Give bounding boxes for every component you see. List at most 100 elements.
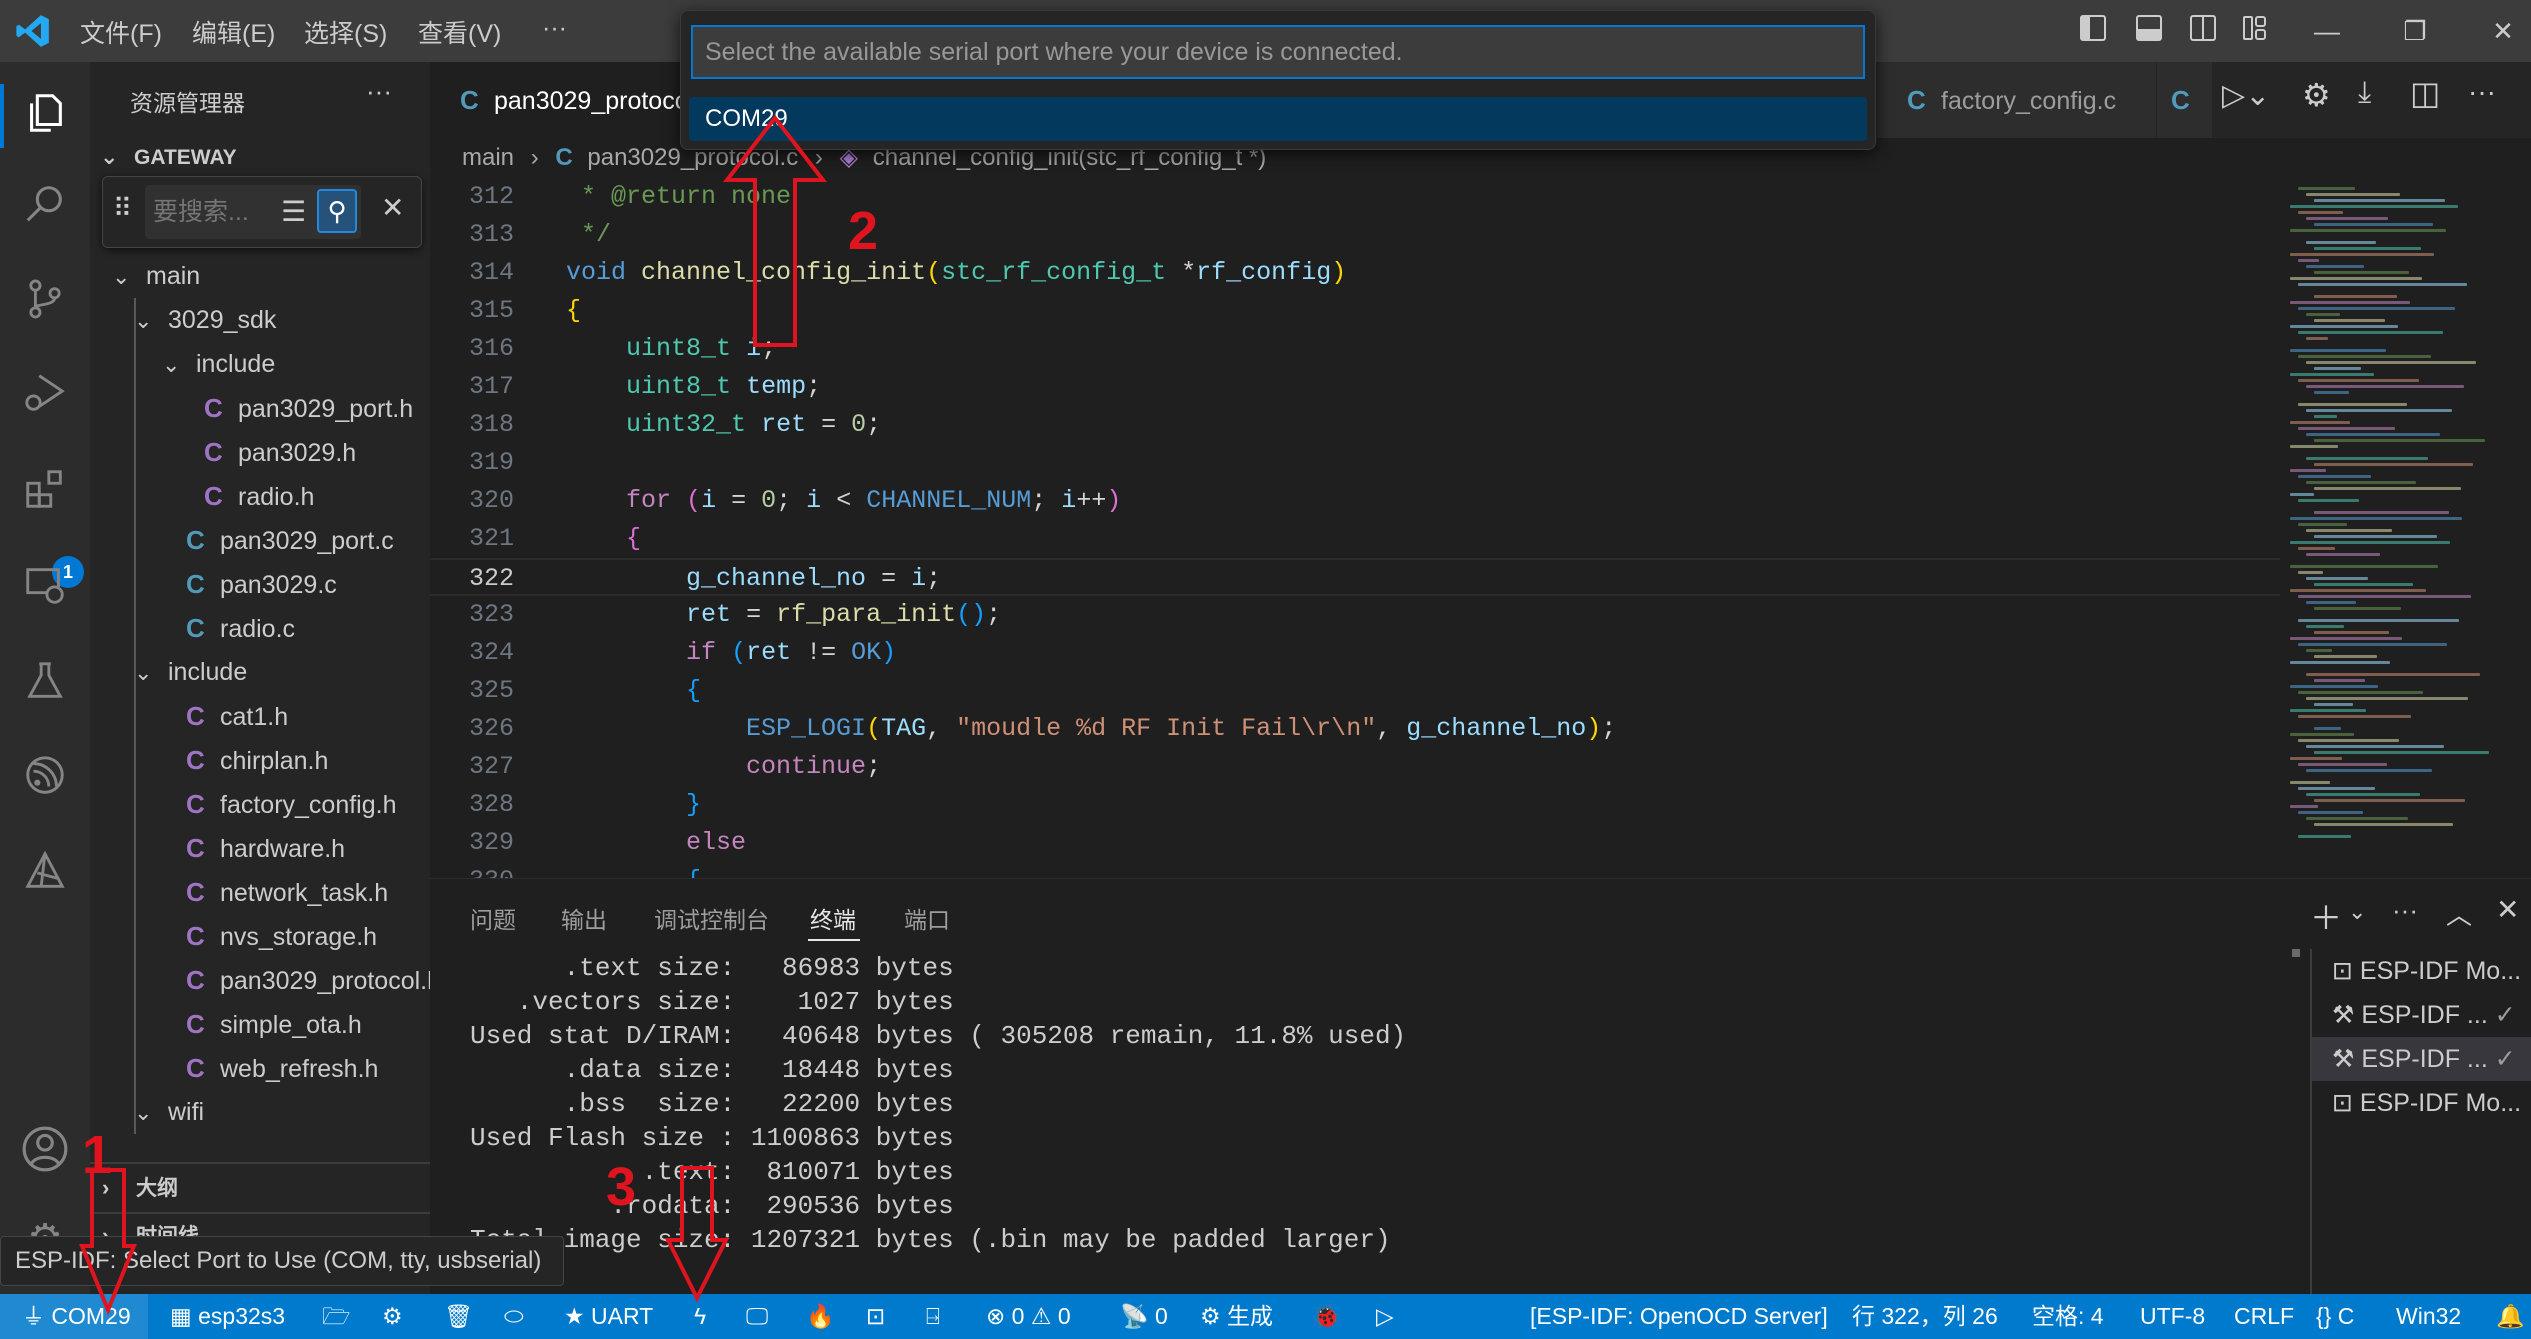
code-line[interactable]: 327 continue; [430,748,2280,786]
tree-file[interactable]: Cradio.h [90,474,430,518]
espressif-icon[interactable] [18,752,72,806]
open-terminal-icon[interactable]: ⍈ [926,1294,940,1339]
build-button[interactable]: ⚙ 生成 [1200,1294,1273,1339]
scrollbar-thumb[interactable] [2292,949,2300,957]
esp-idf-explorer-icon[interactable] [18,848,72,902]
port-select-input[interactable] [691,25,1865,79]
code-line[interactable]: 326 ESP_LOGI(TAG, "moudle %d RF Init Fai… [430,710,2280,748]
code-line[interactable]: 316 uint8_t i; [430,330,2280,368]
settings-gear-icon[interactable]: ⚙ [2302,76,2331,114]
filter-icon[interactable]: ☰ [281,195,306,228]
code-line[interactable]: 329 else [430,824,2280,862]
toggle-primary-sidebar-icon[interactable] [2076,14,2110,48]
full-clean-trash-icon[interactable]: 🗑 [444,1294,473,1339]
remote-explorer-icon[interactable] [18,562,72,616]
platform[interactable]: Win32 [2396,1294,2461,1339]
panel-tab-terminal[interactable]: 终端 [810,901,856,935]
menu-view[interactable]: 查看(V) [418,14,501,50]
panel-more-icon[interactable]: ··· [2392,895,2418,926]
explorer-icon[interactable] [18,90,72,144]
code-line[interactable]: 319 [430,444,2280,482]
code-line[interactable]: 312 * @return none [430,178,2280,216]
fuzzy-match-toggle-icon[interactable]: ⚲ [317,189,357,233]
run-debug-icon[interactable] [18,370,72,424]
toggle-secondary-sidebar-icon[interactable] [2186,14,2220,48]
port-select-button[interactable]: ⏚ COM29 [0,1294,148,1339]
language-mode[interactable]: {} C [2316,1294,2354,1339]
terminal-list-item[interactable]: ⊡ ESP-IDF Mo... [2312,1081,2531,1125]
minimize-icon[interactable]: — [2310,14,2344,48]
debug-bug-icon[interactable]: 🐞 [1312,1294,1341,1339]
tree-file[interactable]: Ccat1.h [90,694,430,738]
workspace-root[interactable]: ⌄ GATEWAY [100,144,237,170]
more-actions-icon[interactable]: ··· [2468,76,2496,108]
partition-table-icon[interactable]: ⬭ [504,1294,524,1339]
panel-tab-ports[interactable]: 端口 [904,901,950,935]
cursor-position[interactable]: 行 322，列 26 [1852,1294,1998,1339]
tree-folder[interactable]: ⌄ include [90,650,430,694]
source-control-icon[interactable] [18,276,72,330]
code-line[interactable]: 320 for (i = 0; i < CHANNEL_NUM; i++) [430,482,2280,520]
panel-tab-problems[interactable]: 问题 [470,901,516,935]
code-line[interactable]: 321 { [430,520,2280,558]
esp-idf-terminal-icon[interactable]: ⊡ [866,1294,885,1339]
tree-file[interactable]: Cweb_refresh.h [90,1046,430,1090]
maximize-panel-icon[interactable]: ︿ [2446,895,2472,932]
code-line[interactable]: 315 { [430,292,2280,330]
code-line[interactable]: 318 uint32_t ret = 0; [430,406,2280,444]
close-find-icon[interactable]: ✕ [381,191,404,224]
notifications-bell-icon[interactable]: 🔔 [2496,1294,2525,1339]
problems-button[interactable]: ⊗ 0 ⚠ 0 [986,1294,1071,1339]
testing-icon[interactable] [18,658,72,712]
menu-selection[interactable]: 选择(S) [304,14,387,50]
flash-lightning-icon[interactable]: ϟ [694,1294,706,1339]
terminal-dropdown-icon[interactable]: ⌄ [2348,899,2366,925]
drag-handle-icon[interactable]: ⠿ [113,193,132,224]
terminal-list-item[interactable]: ⚒ ESP-IDF ... ✓ [2312,993,2531,1037]
code-line[interactable]: 314 void channel_config_init(stc_rf_confi… [430,254,2280,292]
tree-file[interactable]: Cnvs_storage.h [90,914,430,958]
code-line[interactable]: 330 { [430,862,2280,878]
target-button[interactable]: ▦ esp32s3 [170,1294,285,1339]
indentation[interactable]: 空格: 4 [2032,1294,2104,1339]
tree-folder[interactable]: ⌄ include [90,342,430,386]
code-line[interactable]: 313 */ [430,216,2280,254]
code-line[interactable]: 328 } [430,786,2280,824]
tree-file[interactable]: Cpan3029_protocol.h [90,958,430,1002]
tree-file[interactable]: Cchirplan.h [90,738,430,782]
tree-find-input[interactable] [153,193,273,231]
tree-file[interactable]: Cfactory_config.h [90,782,430,826]
encoding[interactable]: UTF-8 [2140,1294,2205,1339]
run-play-icon[interactable]: ▷ [1376,1294,1394,1339]
tree-file[interactable]: Cradio.c [90,606,430,650]
code-line[interactable]: 317 uint8_t temp; [430,368,2280,406]
sdk-config-gear-icon[interactable]: ⚙ [382,1294,403,1339]
restore-icon[interactable]: ❐ [2398,14,2432,48]
close-window-icon[interactable]: ✕ [2486,14,2520,48]
tree-file[interactable]: Csimple_ota.h [90,1002,430,1046]
code-line[interactable]: 322 g_channel_no = i; [430,558,2280,596]
sdk-config-folder-icon[interactable]: 🗁 [322,1294,351,1339]
tree-folder[interactable]: ⌄ wifi [90,1090,430,1134]
menu-edit[interactable]: 编辑(E) [192,14,275,50]
code-line[interactable]: 323 ret = rf_para_init(); [430,596,2280,634]
monitor-icon[interactable]: 🖵 [746,1294,768,1339]
terminal-output[interactable]: .text size: 86983 bytes .vectors size: 1… [470,951,2270,1257]
code-line[interactable]: 324 if (ret != OK) [430,634,2280,672]
tree-file[interactable]: Cpan3029.h [90,430,430,474]
new-terminal-icon[interactable]: ＋ [2310,893,2342,939]
terminal-list-item[interactable]: ⊡ ESP-IDF Mo... [2312,949,2531,993]
flash-download-icon[interactable]: ⤓ [2358,76,2371,110]
code-line[interactable]: 325 { [430,672,2280,710]
panel-tab-output[interactable]: 输出 [561,901,607,935]
split-editor-icon[interactable]: ◫ [2410,74,2440,112]
code-editor[interactable]: 312 * @return none 313 */314 void channel_… [430,178,2280,878]
close-panel-icon[interactable]: ✕ [2496,893,2519,926]
sidebar-more-button[interactable]: ··· [366,76,392,107]
build-flash-monitor-flame-icon[interactable]: 🔥 [806,1294,835,1339]
tree-file[interactable]: Cpan3029_port.h [90,386,430,430]
search-icon[interactable] [18,182,72,236]
toggle-panel-icon[interactable] [2132,14,2166,48]
tree-folder[interactable]: ⌄ main [90,254,430,298]
tree-file[interactable]: Cpan3029_port.c [90,518,430,562]
